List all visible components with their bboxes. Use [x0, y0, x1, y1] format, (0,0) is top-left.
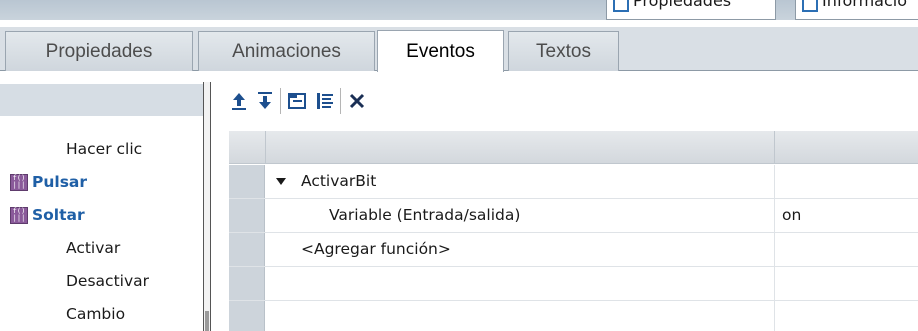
collapse-icon[interactable]	[284, 86, 310, 116]
row-header[interactable]	[229, 199, 265, 232]
expand-triangle-icon[interactable]	[276, 178, 286, 185]
event-list-scrollbar[interactable]	[203, 82, 211, 331]
tab-label: Animaciones	[232, 40, 341, 62]
scrollbar-thumb[interactable]	[205, 311, 209, 331]
function-list-icon: f() |||	[10, 207, 28, 224]
tab-label: Propiedades	[45, 40, 153, 62]
top-tab-label: Propiedades	[633, 0, 732, 10]
info-icon	[802, 0, 818, 12]
tab-textos[interactable]: Textos	[508, 31, 619, 71]
inspector-window: Propiedades Informació Propiedades Anima…	[0, 0, 918, 331]
top-tab-propiedades[interactable]: Propiedades	[606, 0, 776, 20]
tab-eventos[interactable]: Eventos	[377, 30, 504, 72]
event-item-cambio[interactable]: Cambio	[0, 299, 200, 329]
function-list-icon: f() |||	[10, 174, 28, 191]
add-function-item[interactable]: <Agregar función>	[301, 240, 451, 258]
grid-row-empty[interactable]	[229, 301, 918, 331]
event-item-soltar[interactable]: f() ||| Soltar	[0, 200, 200, 230]
column-divider	[774, 165, 775, 198]
event-item-desactivar[interactable]: Desactivar	[0, 266, 200, 296]
event-list-header	[0, 84, 204, 116]
event-label: Pulsar	[32, 173, 88, 191]
grid-row-empty[interactable]	[229, 267, 918, 301]
column-divider	[774, 131, 775, 164]
function-list-toolbar	[218, 84, 918, 118]
column-divider	[774, 301, 775, 331]
delete-icon[interactable]	[344, 86, 370, 116]
event-label: Activar	[66, 239, 121, 257]
top-tab-informacion[interactable]: Informació	[795, 0, 918, 20]
tab-label: Textos	[536, 40, 591, 62]
expand-icon[interactable]	[312, 86, 338, 116]
event-item-pulsar[interactable]: f() ||| Pulsar	[0, 167, 200, 197]
row-header[interactable]	[229, 233, 265, 266]
move-down-icon[interactable]	[252, 86, 278, 116]
row-header[interactable]	[229, 165, 265, 198]
row-header[interactable]	[229, 301, 265, 331]
event-item-hacer-clic[interactable]: Hacer clic	[0, 134, 200, 164]
grid-row-activarbit[interactable]: ActivarBit	[229, 165, 918, 199]
function-name: ActivarBit	[301, 172, 377, 190]
properties-icon	[613, 0, 629, 12]
column-divider	[265, 131, 266, 164]
move-up-icon[interactable]	[226, 86, 252, 116]
event-label: Hacer clic	[66, 140, 143, 158]
tab-propiedades[interactable]: Propiedades	[5, 31, 193, 71]
grid-row-variable[interactable]: Variable (Entrada/salida) on	[229, 199, 918, 233]
parameter-value[interactable]: on	[782, 206, 801, 224]
event-label: Soltar	[32, 206, 85, 224]
function-list-grid: ActivarBit Variable (Entrada/salida) on …	[229, 131, 918, 331]
column-divider	[774, 267, 775, 300]
row-header[interactable]	[229, 267, 265, 300]
inspector-tab-bar: Propiedades Animaciones Eventos Textos	[0, 27, 918, 72]
parameter-name: Variable (Entrada/salida)	[329, 206, 521, 224]
column-divider	[774, 233, 775, 266]
window-title-bar: Propiedades Informació	[0, 0, 918, 20]
grid-header	[229, 131, 918, 164]
tab-animaciones[interactable]: Animaciones	[198, 31, 375, 71]
top-tab-label: Informació	[822, 0, 907, 10]
event-label: Cambio	[66, 305, 126, 323]
event-label: Desactivar	[66, 272, 149, 290]
toolbar-separator	[340, 88, 341, 114]
column-divider	[774, 199, 775, 232]
event-item-activar[interactable]: Activar	[0, 233, 200, 263]
toolbar-separator	[280, 88, 281, 114]
grid-row-add-function[interactable]: <Agregar función>	[229, 233, 918, 267]
tab-label: Eventos	[406, 40, 475, 62]
